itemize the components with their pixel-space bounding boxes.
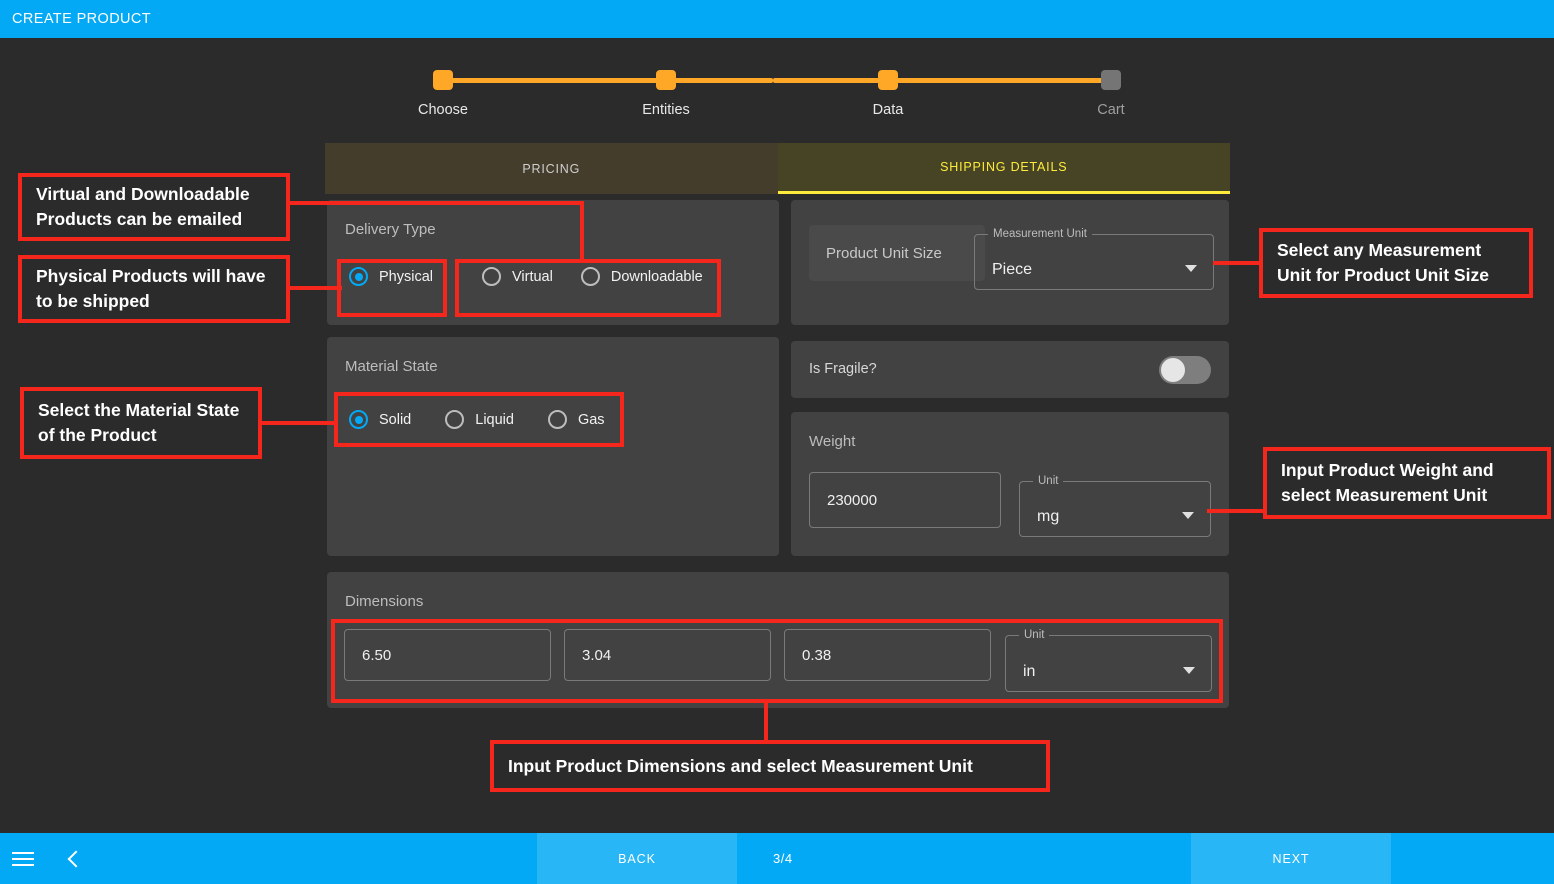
next-button-label: NEXT xyxy=(1272,851,1310,866)
callout-dimensions: Input Product Dimensions and select Meas… xyxy=(490,740,1050,792)
weight-title: Weight xyxy=(809,433,856,450)
stepper-label-cart: Cart xyxy=(1097,102,1125,118)
tab-pricing[interactable]: PRICING xyxy=(325,143,778,194)
connector-6-v xyxy=(764,701,768,743)
next-button[interactable]: NEXT xyxy=(1191,833,1391,884)
weight-input-value: 230000 xyxy=(827,491,878,509)
app-header: CREATE PRODUCT xyxy=(0,0,1554,38)
stepper-label-entities: Entities xyxy=(642,102,690,118)
bottom-bar-icons xyxy=(0,833,119,884)
highlight-dimensions-row xyxy=(331,619,1223,703)
connector-2-h xyxy=(288,286,342,290)
tab-shipping-details-label: SHIPPING DETAILS xyxy=(940,160,1068,174)
callout-virtual-downloadable: Virtual and Downloadable Products can be… xyxy=(18,173,290,241)
highlight-physical-radio xyxy=(337,259,447,317)
chevron-down-icon xyxy=(1185,265,1197,272)
weight-unit-select[interactable]: Unit mg xyxy=(1019,474,1211,537)
material-state-title: Material State xyxy=(345,358,438,375)
chevron-down-icon xyxy=(1182,512,1194,519)
measurement-unit-select-value: Piece xyxy=(992,261,1033,278)
measurement-unit-select[interactable]: Measurement Unit Piece xyxy=(974,227,1214,290)
connector-3-h xyxy=(258,421,338,425)
stepper-step-choose[interactable]: Choose xyxy=(378,58,508,118)
callout-material-state-text: Select the Material State of the Product xyxy=(38,400,240,445)
stepper-dot-data xyxy=(878,70,898,90)
weight-unit-select-value: mg xyxy=(1037,508,1060,525)
delivery-type-title: Delivery Type xyxy=(345,221,436,238)
back-button-label: BACK xyxy=(618,851,656,866)
stepper-label-data: Data xyxy=(872,102,904,118)
tab-shipping-details[interactable]: SHIPPING DETAILS xyxy=(777,143,1230,194)
tab-bar: PRICING SHIPPING DETAILS xyxy=(325,143,1230,194)
product-unit-size-panel: Product Unit Size Measurement Unit Piece xyxy=(791,200,1229,325)
product-unit-size-placeholder: Product Unit Size xyxy=(826,244,942,262)
weight-panel: Weight 230000 Unit mg xyxy=(791,412,1229,556)
chevron-left-icon[interactable] xyxy=(67,850,85,867)
callout-measurement-unit: Select any Measurement Unit for Product … xyxy=(1259,228,1533,298)
bottom-bar-spacer-right xyxy=(1391,833,1554,884)
page-indicator-area: 3/4 xyxy=(737,833,1191,884)
connector-1-v xyxy=(580,201,584,263)
callout-dimensions-text: Input Product Dimensions and select Meas… xyxy=(508,755,973,776)
stepper-dot-choose xyxy=(433,70,453,90)
hamburger-icon[interactable] xyxy=(12,848,34,870)
product-unit-size-input[interactable]: Product Unit Size xyxy=(809,225,985,281)
connector-4-h xyxy=(1213,261,1264,265)
callout-product-weight: Input Product Weight and select Measurem… xyxy=(1263,447,1551,519)
weight-unit-select-label: Unit xyxy=(1033,474,1064,489)
stepper-label-choose: Choose xyxy=(418,102,468,118)
connector-5-h xyxy=(1207,509,1265,513)
is-fragile-toggle-knob xyxy=(1161,358,1185,382)
bottom-bar-spacer-left xyxy=(119,833,537,884)
stepper-step-entities[interactable]: Entities xyxy=(601,58,731,118)
callout-measurement-unit-text: Select any Measurement Unit for Product … xyxy=(1277,240,1489,285)
stepper-step-cart[interactable]: Cart xyxy=(1046,58,1176,118)
callout-physical-shipped-text: Physical Products will have to be shippe… xyxy=(36,266,266,311)
bottom-bar: BACK 3/4 NEXT xyxy=(0,833,1554,884)
page-title: CREATE PRODUCT xyxy=(12,11,152,27)
dimensions-title: Dimensions xyxy=(345,593,424,610)
is-fragile-label: Is Fragile? xyxy=(809,361,877,377)
page-indicator: 3/4 xyxy=(773,851,793,866)
callout-material-state: Select the Material State of the Product xyxy=(20,387,262,459)
connector-1-h xyxy=(288,201,584,205)
back-button[interactable]: BACK xyxy=(537,833,737,884)
weight-input[interactable]: 230000 xyxy=(809,472,1001,528)
tab-pricing-label: PRICING xyxy=(522,161,581,176)
app-root: CREATE PRODUCT Choose Entities Data Cart… xyxy=(0,0,1554,884)
is-fragile-toggle[interactable] xyxy=(1159,356,1211,384)
highlight-material-state-radios xyxy=(334,392,624,447)
stepper-dot-cart xyxy=(1101,70,1121,90)
stepper-dot-entities xyxy=(656,70,676,90)
wizard-stepper: Choose Entities Data Cart xyxy=(325,58,1230,136)
is-fragile-panel: Is Fragile? xyxy=(791,341,1229,398)
stepper-step-data[interactable]: Data xyxy=(823,58,953,118)
callout-virtual-downloadable-text: Virtual and Downloadable Products can be… xyxy=(36,184,250,229)
highlight-virtual-downloadable-radios xyxy=(455,259,721,317)
callout-physical-shipped: Physical Products will have to be shippe… xyxy=(18,255,290,323)
callout-product-weight-text: Input Product Weight and select Measurem… xyxy=(1281,460,1494,505)
measurement-unit-select-label: Measurement Unit xyxy=(988,227,1092,242)
